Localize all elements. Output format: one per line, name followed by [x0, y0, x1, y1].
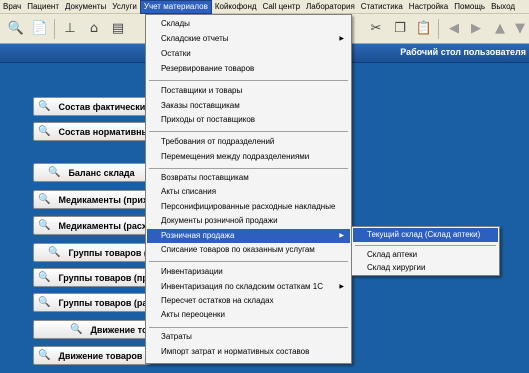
- search-icon: 🔍: [38, 194, 51, 205]
- menu-item-inventories[interactable]: Инвентаризации: [147, 265, 350, 279]
- button-label: Группы товаров (п: [68, 247, 151, 258]
- button-label: Движение тов: [90, 324, 151, 335]
- menu-item-warehouse-reports[interactable]: Складские отчеты ▶: [147, 32, 350, 46]
- menu-item-supplier-returns[interactable]: Возвраты поставщикам: [147, 171, 350, 185]
- menu-separator: [149, 80, 348, 81]
- menu-item-recount[interactable]: Пересчет остатков на складах: [147, 294, 350, 308]
- stamp-icon[interactable]: ⊥: [60, 18, 80, 38]
- search-icon: 🔍: [48, 167, 61, 178]
- button-label: Движение товаров по: [58, 350, 151, 361]
- menu-item-supplier-orders[interactable]: Заказы поставщикам: [147, 99, 350, 113]
- menu-item-reservation[interactable]: Резервирование товаров: [147, 62, 350, 76]
- menu-item-label: Складские отчеты: [161, 34, 229, 43]
- toolbar-separator: [438, 19, 439, 39]
- menu-separator: [149, 261, 348, 262]
- document-icon[interactable]: 📄: [30, 18, 50, 38]
- submenu-item-pharmacy-warehouse[interactable]: Склад аптеки: [353, 248, 498, 262]
- menu-item-label: Розничная продажа: [161, 231, 235, 240]
- search-person-icon[interactable]: 🔍: [6, 18, 26, 38]
- menu-separator: [149, 168, 348, 169]
- cart-icon[interactable]: ⌂: [84, 18, 104, 38]
- menu-item-import-costs[interactable]: Импорт затрат и нормативных составов: [147, 345, 350, 359]
- menu-item-write-off-acts[interactable]: Акты списания: [147, 185, 350, 199]
- search-icon: 🔍: [38, 272, 51, 283]
- report-button-goods-groups[interactable]: 🔍 Группы товаров (п: [33, 243, 151, 262]
- menu-materials[interactable]: Учет материалов: [139, 0, 212, 14]
- button-label: Группы товаров (расх: [58, 297, 151, 308]
- report-button-stock-balance[interactable]: 🔍 Баланс склада: [33, 163, 151, 182]
- materials-dropdown-menu: Склады Складские отчеты ▶ Остатки Резерв…: [145, 14, 352, 364]
- report-button-composition-normative[interactable]: 🔍 Состав нормативный: [33, 122, 151, 141]
- menu-item-inventory-1c[interactable]: Инвентаризация по складским остаткам 1С …: [147, 280, 350, 294]
- page-title: Рабочий стол пользователя: [400, 47, 526, 57]
- search-icon: 🔍: [38, 126, 51, 137]
- report-button-goods-movement[interactable]: 🔍 Движение тов: [33, 320, 151, 339]
- paste-icon[interactable]: 📋: [414, 18, 434, 38]
- forward-icon[interactable]: ▶: [466, 18, 486, 38]
- menu-item-suppliers-goods[interactable]: Поставщики и товары: [147, 84, 350, 98]
- menu-item-personalized-invoices[interactable]: Персонифицированные расходные накладные: [147, 200, 350, 214]
- menu-item-revaluation[interactable]: Акты переоценки: [147, 308, 350, 322]
- submenu-arrow-icon: ▶: [339, 232, 344, 239]
- search-icon: 🔍: [38, 350, 51, 361]
- button-label: Состав фактический: [58, 101, 151, 112]
- menu-bedfund[interactable]: Койкофонд: [212, 0, 260, 14]
- menu-laboratory[interactable]: Лаборатория: [303, 0, 358, 14]
- menu-item-supplier-receipts[interactable]: Приходы от поставщиков: [147, 113, 350, 127]
- menu-bar: Врач Пациент Документы Услуги Учет матер…: [0, 0, 529, 14]
- menu-item-retail-sale[interactable]: Розничная продажа ▶: [147, 229, 350, 243]
- submenu-item-surgery-warehouse[interactable]: Склад хирургии: [353, 261, 498, 275]
- menu-item-retail-documents[interactable]: Документы розничной продажи: [147, 214, 350, 228]
- menu-patient[interactable]: Пациент: [24, 0, 62, 14]
- menu-settings[interactable]: Настройка: [406, 0, 451, 14]
- menu-item-stock[interactable]: Остатки: [147, 47, 350, 61]
- menu-exit[interactable]: Выход: [488, 0, 518, 14]
- retail-sale-submenu: Текущий склад (Склад аптеки) Склад аптек…: [351, 226, 500, 276]
- submenu-arrow-icon: ▶: [339, 35, 344, 42]
- menu-item-costs[interactable]: Затраты: [147, 330, 350, 344]
- down-icon[interactable]: ▼: [510, 18, 529, 38]
- report-button-meds-income[interactable]: 🔍 Медикаменты (приход: [33, 190, 151, 209]
- book-icon[interactable]: ▤: [108, 18, 128, 38]
- submenu-item-current-warehouse[interactable]: Текущий склад (Склад аптеки): [353, 228, 498, 242]
- menu-vrach[interactable]: Врач: [0, 0, 24, 14]
- menu-separator: [149, 327, 348, 328]
- menu-item-services-write-off[interactable]: Списание товаров по оказанным услугам: [147, 243, 350, 257]
- report-button-composition-actual[interactable]: 🔍 Состав фактический: [33, 97, 151, 116]
- report-button-goods-movement-by[interactable]: 🔍 Движение товаров по: [33, 346, 151, 365]
- search-icon: 🔍: [38, 101, 51, 112]
- toolbar-separator: [54, 19, 55, 39]
- menu-item-department-requests[interactable]: Требования от подразделений: [147, 135, 350, 149]
- button-label: Группы товаров (при: [58, 272, 151, 283]
- menu-services[interactable]: Услуги: [109, 0, 140, 14]
- button-label: Медикаменты (расход: [58, 220, 151, 231]
- up-icon[interactable]: ▲: [490, 18, 510, 38]
- report-button-meds-expense[interactable]: 🔍 Медикаменты (расход: [33, 216, 151, 235]
- menu-separator: [149, 131, 348, 132]
- search-icon: 🔍: [48, 247, 61, 258]
- menu-item-transfers[interactable]: Перемещения между подразделениями: [147, 150, 350, 164]
- search-icon: 🔍: [38, 220, 51, 231]
- report-button-goods-groups-income[interactable]: 🔍 Группы товаров (при: [33, 268, 151, 287]
- menu-documents[interactable]: Документы: [62, 0, 109, 14]
- menu-statistics[interactable]: Статистика: [358, 0, 406, 14]
- copy-icon[interactable]: ❐: [390, 18, 410, 38]
- report-button-goods-groups-expense[interactable]: 🔍 Группы товаров (расх: [33, 293, 151, 312]
- submenu-arrow-icon: ▶: [339, 283, 344, 290]
- button-label: Баланс склада: [68, 167, 135, 178]
- button-label: Медикаменты (приход: [58, 194, 151, 205]
- search-icon: 🔍: [38, 297, 51, 308]
- scissors-icon[interactable]: ✂: [366, 18, 386, 38]
- menu-callcenter[interactable]: Call центр: [260, 0, 303, 14]
- menu-item-warehouses[interactable]: Склады: [147, 17, 350, 31]
- menu-separator: [355, 245, 496, 246]
- menu-item-label: Инвентаризация по складским остаткам 1С: [161, 282, 323, 291]
- back-icon[interactable]: ◀: [444, 18, 464, 38]
- search-icon: 🔍: [70, 324, 83, 335]
- button-label: Состав нормативный: [58, 126, 151, 137]
- menu-help[interactable]: Помощь: [451, 0, 488, 14]
